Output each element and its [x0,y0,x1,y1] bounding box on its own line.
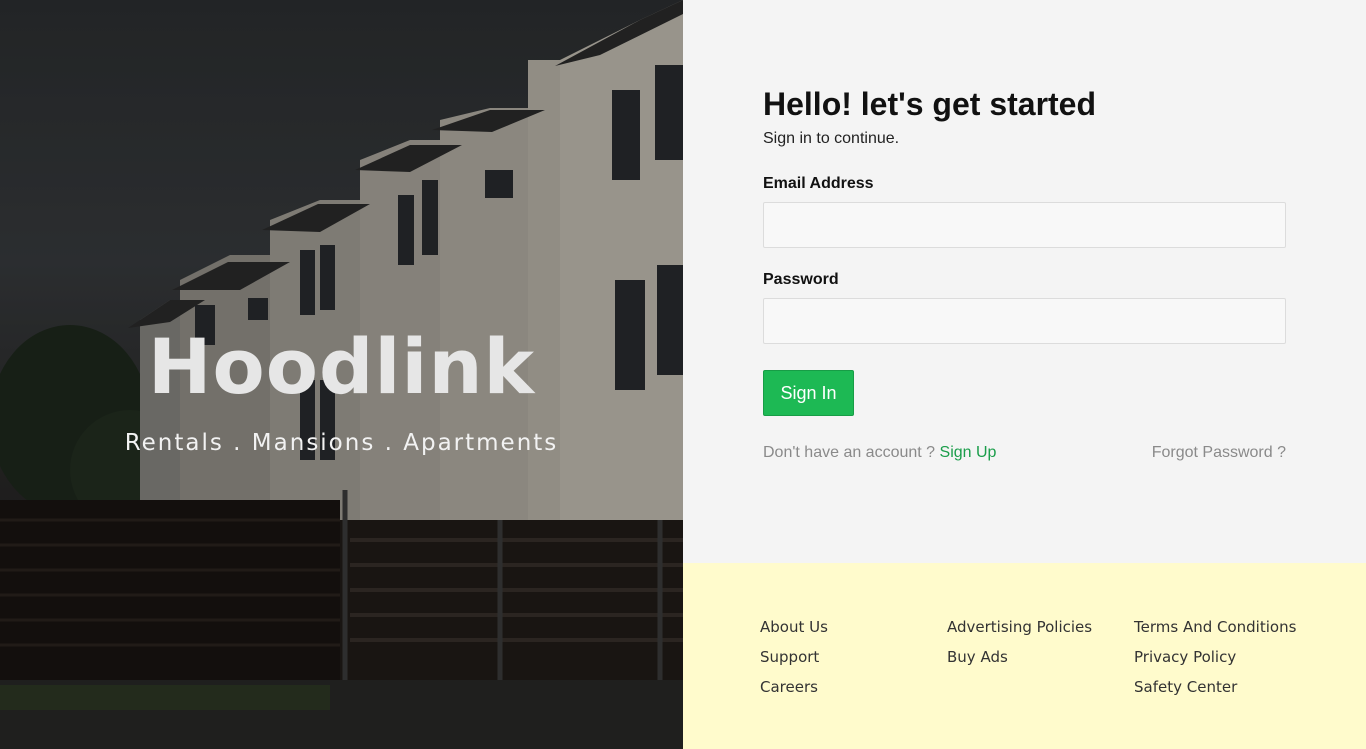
footer-column-2: Advertising Policies Buy Ads [947,617,1092,677]
email-label: Email Address [763,175,874,192]
footer-link-safety-center[interactable]: Safety Center [1134,677,1296,707]
footer-link-about-us[interactable]: About Us [760,617,828,647]
footer-link-support[interactable]: Support [760,647,828,677]
footer-link-careers[interactable]: Careers [760,677,828,707]
footer-column-1: About Us Support Careers [760,617,828,707]
page-title: Hello! let's get started [763,86,1097,122]
hero-panel: Hoodlink Rentals . Mansions . Apartments [0,0,683,749]
email-field[interactable] [763,202,1286,248]
sign-up-link[interactable]: Sign Up [940,444,997,461]
footer-link-terms[interactable]: Terms And Conditions [1134,617,1296,647]
sign-in-button[interactable]: Sign In [763,370,854,416]
page-subtitle: Sign in to continue. [763,130,900,147]
password-label: Password [763,271,839,288]
footer-link-buy-ads[interactable]: Buy Ads [947,647,1092,677]
password-field[interactable] [763,298,1286,344]
forgot-password-link[interactable]: Forgot Password ? [1152,444,1286,462]
brand-logo-text: Hoodlink [147,322,536,411]
no-account-text: Don't have an account ? [763,444,940,461]
footer-column-3: Terms And Conditions Privacy Policy Safe… [1134,617,1296,707]
login-panel: Hello! let's get started Sign in to cont… [683,0,1366,563]
brand-tagline: Rentals . Mansions . Apartments [124,430,559,456]
footer-link-advertising-policies[interactable]: Advertising Policies [947,617,1092,647]
signup-prompt: Don't have an account ? Sign Up [763,444,996,462]
footer: About Us Support Careers Advertising Pol… [683,563,1366,749]
footer-link-privacy-policy[interactable]: Privacy Policy [1134,647,1296,677]
